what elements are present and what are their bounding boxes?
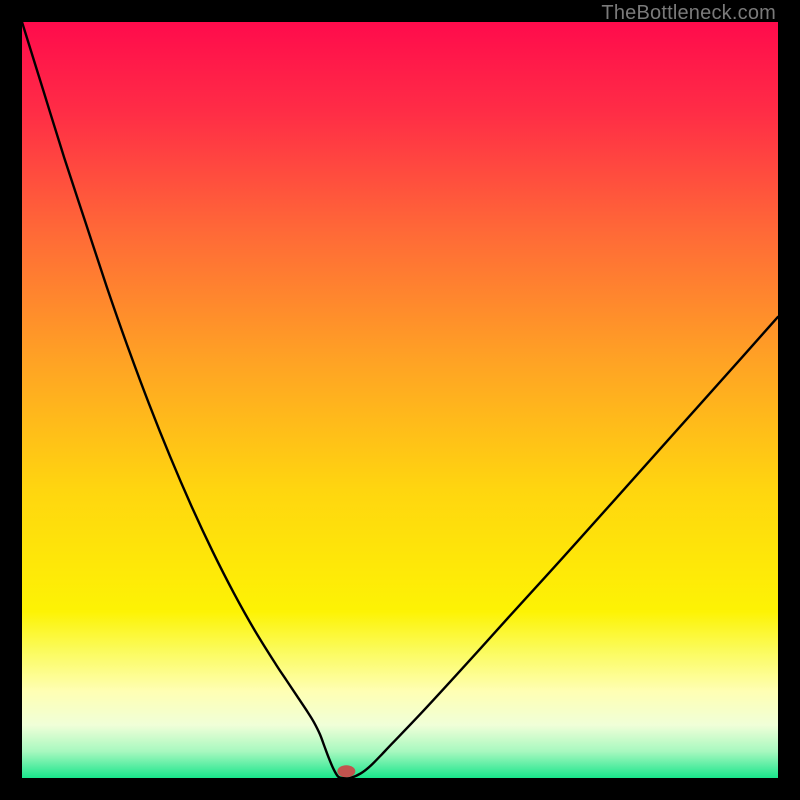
watermark-text: TheBottleneck.com — [601, 2, 776, 25]
chart-plot-area — [22, 22, 778, 778]
chart-frame: TheBottleneck.com — [0, 0, 800, 800]
chart-svg — [22, 22, 778, 778]
chart-background — [22, 22, 778, 778]
optimal-marker — [337, 765, 355, 777]
